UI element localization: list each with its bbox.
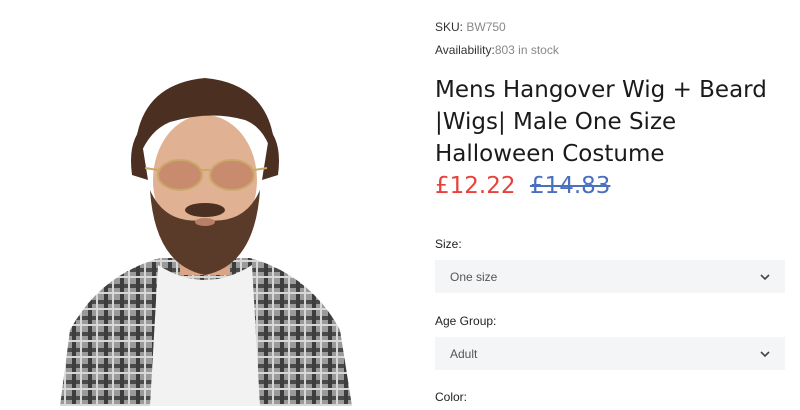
sku-line: SKU: BW750 [435,20,506,34]
size-label: Size: [435,237,462,251]
size-select[interactable]: One size [435,260,785,293]
availability-line: Availability:803 in stock [435,43,559,57]
availability-value: 803 in stock [494,43,559,57]
availability-label: Availability: [435,43,495,57]
age-group-label: Age Group: [435,314,497,328]
sku-value: BW750 [466,20,506,34]
age-group-select[interactable]: Adult [435,337,785,370]
chevron-down-icon [760,349,770,359]
old-price: £14.83 [529,173,611,199]
current-price: £12.22 [435,173,516,199]
color-label: Color: [435,390,468,404]
chevron-down-icon [760,272,770,282]
age-group-selected-value: Adult [450,346,478,361]
product-image[interactable] [40,60,370,406]
size-selected-value: One size [450,269,498,284]
price-block: £12.22 £14.83 [435,173,610,199]
sku-label: SKU: [435,20,464,34]
product-title: Mens Hangover Wig + Beard |Wigs| Male On… [435,77,767,167]
